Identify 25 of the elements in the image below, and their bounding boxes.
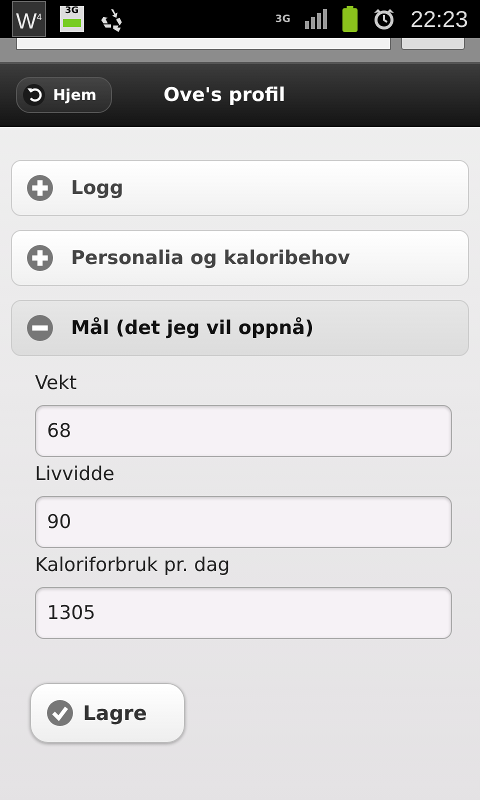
collapsible-section-header[interactable]: Personalia og kaloribehov	[11, 230, 469, 286]
input-field[interactable]: 68	[35, 405, 452, 457]
input-field[interactable]: 90	[35, 496, 452, 548]
address-field[interactable]	[16, 38, 391, 50]
collapsible-section-header[interactable]: Logg	[11, 160, 469, 216]
alarm-clock-icon	[372, 7, 396, 31]
plus-icon	[27, 175, 53, 201]
input-field[interactable]: 1305	[35, 587, 452, 639]
network-type-label: 3G	[275, 14, 290, 24]
battery-icon	[342, 6, 358, 32]
go-button[interactable]	[401, 38, 465, 50]
app-notification-icon: W$^{4}$	[12, 0, 46, 38]
field-label: Kaloriforbruk pr. dag	[35, 553, 231, 578]
signal-icon	[304, 9, 328, 29]
minus-icon	[27, 315, 53, 341]
checkmark-icon	[47, 700, 73, 726]
field-label: Livvidde	[35, 462, 116, 487]
plus-icon	[27, 245, 53, 271]
field-label: Vekt	[35, 371, 78, 396]
page-title: Ove's profil	[164, 84, 286, 106]
save-button[interactable]: Lagre	[30, 683, 185, 743]
collapsible-section-header[interactable]: Mål (det jeg vil oppnå)	[11, 300, 469, 356]
clock-time: 22:23	[410, 6, 468, 32]
home-button[interactable]: Hjem	[16, 76, 112, 112]
sim-icon: 3G	[60, 6, 84, 32]
